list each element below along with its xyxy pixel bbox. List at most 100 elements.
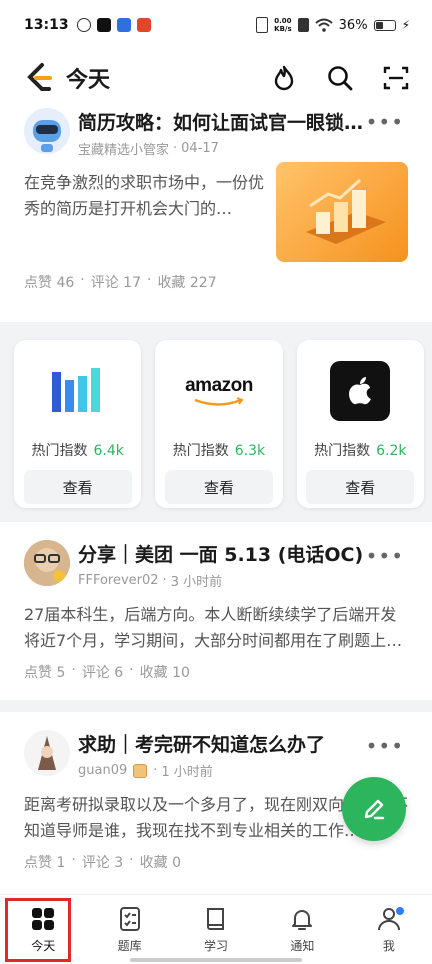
nav-item-notifications[interactable]: 通知 [259,895,345,964]
like-count[interactable]: 点赞 1 [24,852,65,872]
comment-count[interactable]: 评论 17 [91,272,141,292]
status-time: 13:13 [24,17,69,33]
separator-dot: · [129,662,134,678]
apple-logo-icon [330,360,391,422]
company-card-meituan[interactable]: 热门指数 6.4k 查看 [14,340,142,508]
separator-dot: · [71,852,76,868]
separator-dot: · [129,852,134,868]
wifi-icon [314,18,333,32]
hot-index-value: 6.4k [93,443,124,459]
hot-index-label: 热门指数 [31,443,88,459]
favorite-count[interactable]: 收藏 227 [157,272,216,292]
book-icon [207,908,225,930]
hot-index: 热门指数 6.3k [173,440,265,460]
battery-percent: 36% [338,17,368,33]
checklist-icon [119,907,140,931]
app-header: 今天 [0,50,432,106]
scan-icon[interactable] [382,64,410,92]
paw-icon [116,18,131,32]
view-button[interactable]: 查看 [23,470,132,504]
hot-index-label: 热门指数 [314,443,371,459]
home-indicator[interactable] [130,958,302,962]
avatar[interactable] [24,108,70,154]
app-notification-icon [76,18,91,32]
meituan-logo-icon [48,360,108,422]
company-card-amazon[interactable]: amazon 热门指数 6.3k 查看 [155,340,283,508]
status-bar: 13:13 0.00 KB/s 36% ⚡ [0,0,432,50]
comment-count[interactable]: 评论 3 [82,852,123,872]
more-options-icon[interactable]: ••• [366,734,404,758]
post-thumbnail[interactable] [276,162,408,262]
separator-dot: · [173,141,178,156]
charging-icon: ⚡ [401,18,410,32]
flame-icon[interactable] [270,64,298,92]
post-excerpt[interactable]: 在竞争激烈的求职市场中，一份优秀的简历是打开机会大门的… [24,170,264,222]
robot-avatar-icon [24,108,70,154]
vibrate-icon [256,17,269,33]
post-title[interactable]: 求助｜考完研不知道怎么办了 [78,730,378,757]
avatar[interactable] [24,540,70,586]
post-card[interactable]: 简历攻略：如何让面试官一眼锁… 宝藏精选小管家 · 04-17 ••• 在竞争激… [0,108,432,322]
net-speed: 0.00 KB/s [274,17,291,33]
hot-index-value: 6.3k [234,443,266,459]
tiktok-icon [96,18,111,32]
hot-index-value: 6.2k [376,443,407,459]
search-icon[interactable] [326,64,354,92]
nav-label: 学习 [204,939,229,953]
net-speed-value: 0.00 [274,17,292,25]
page-title: 今天 [66,68,111,93]
view-button[interactable]: 查看 [306,470,415,504]
user-photo-avatar-icon [24,540,70,586]
character-avatar-icon [24,730,70,776]
battery-icon [373,19,396,31]
sim-icon [297,18,309,32]
separator-dot: · [153,763,158,778]
active-tab-highlight [5,898,71,962]
notification-icons [76,18,151,32]
separator-dot: · [146,272,152,288]
post-title[interactable]: 分享｜美团 一面 5.13 (电话OC) [78,540,378,567]
hot-index: 热门指数 6.2k [314,440,406,460]
nav-label: 题库 [117,939,142,953]
nav-item-me[interactable]: 我 [346,895,432,964]
section-divider [0,700,432,712]
bar-growth-illustration-icon [306,178,386,244]
app-icon [136,18,151,32]
nav-item-problems[interactable]: 题库 [86,895,172,964]
hot-index-label: 热门指数 [172,443,229,459]
nav-label: 我 [382,939,395,953]
comment-count[interactable]: 评论 6 [82,662,123,682]
pencil-icon [364,799,385,820]
more-options-icon[interactable]: ••• [366,544,404,568]
post-author[interactable]: FFForever02 [78,573,159,588]
post-time: 3 小时前 [170,575,223,590]
notification-dot [396,907,405,915]
favorite-count[interactable]: 收藏 0 [140,852,181,872]
compose-button[interactable] [342,777,406,841]
avatar[interactable] [24,730,70,776]
status-right: 0.00 KB/s 36% ⚡ [256,17,410,33]
company-cards: 热门指数 6.4k 查看 amazon 热门指数 6.3k 查看 热门指数 6.2k … [0,322,432,522]
more-options-icon[interactable]: ••• [366,110,404,134]
like-count[interactable]: 点赞 5 [24,662,65,682]
company-card-apple[interactable]: 热门指数 6.2k 查看 [296,340,424,508]
post-title[interactable]: 简历攻略：如何让面试官一眼锁… [78,108,378,135]
post-author[interactable]: guan09 [78,763,127,778]
favorite-count[interactable]: 收藏 10 [140,662,190,682]
amazon-logo-icon: amazon [185,360,253,422]
net-speed-unit: KB/s [274,25,292,33]
nav-label: 通知 [290,939,315,953]
post-excerpt[interactable]: 27届本科生，后端方向。本人断断续续学了后端开发将近7个月，学习期间，大部分时间… [24,602,408,654]
post-time: 1 小时前 [161,765,213,780]
amazon-wordmark: amazon [185,375,253,396]
view-button[interactable]: 查看 [164,470,273,504]
post-card[interactable]: 分享｜美团 一面 5.13 (电话OC) FFForever02 · 3 小时前… [0,540,432,692]
hot-index: 热门指数 6.4k [31,440,123,460]
post-author[interactable]: 宝藏精选小管家 [78,139,169,158]
separator-dot: · [80,272,85,288]
level-badge-icon [133,763,148,778]
like-count[interactable]: 点赞 46 [24,272,74,292]
leetcode-logo-icon[interactable] [22,61,56,95]
nav-item-study[interactable]: 学习 [173,895,259,964]
separator-dot: · [71,662,76,678]
